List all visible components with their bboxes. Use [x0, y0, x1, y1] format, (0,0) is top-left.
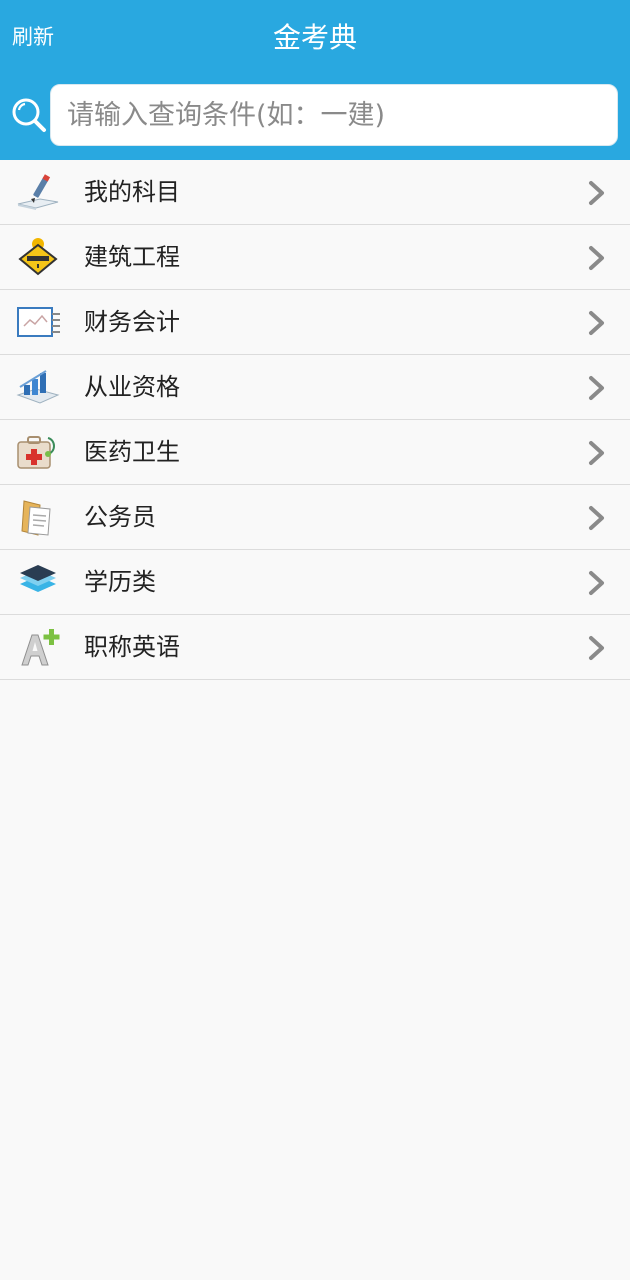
list-item-label: 公务员: [84, 503, 156, 531]
pencil-book-icon: [17, 174, 59, 210]
list-item-label: 从业资格: [84, 373, 180, 401]
bar-chart-book-icon: [16, 370, 60, 404]
app-header: 刷新 金考典: [0, 0, 630, 160]
refresh-button[interactable]: 刷新: [12, 22, 54, 52]
list-item-professional-english[interactable]: 职称英语: [0, 615, 630, 680]
list-item-construction[interactable]: 建筑工程: [0, 225, 630, 290]
chevron-right-icon: [589, 506, 604, 530]
chevron-right-icon: [589, 181, 604, 205]
chevron-right-icon: [589, 636, 604, 660]
page-title: 金考典: [272, 21, 357, 54]
ledger-chart-icon: [17, 307, 60, 337]
chevron-right-icon: [589, 441, 604, 465]
chevron-right-icon: [589, 376, 604, 400]
category-list: 我的科目 建筑工程 财务会计 从业资格 医药卫生 公务员 学历类 职称英语: [0, 160, 630, 680]
medical-kit-icon: [17, 436, 55, 469]
list-item-label: 学历类: [84, 568, 156, 596]
list-item-qualification[interactable]: 从业资格: [0, 355, 630, 420]
letter-a-plus-icon: [21, 629, 60, 666]
document-folder-icon: [21, 500, 51, 536]
list-item-label: 建筑工程: [84, 243, 180, 271]
layers-icon: [20, 565, 56, 592]
list-item-finance[interactable]: 财务会计: [0, 290, 630, 355]
list-item-my-subjects[interactable]: 我的科目: [0, 160, 630, 225]
search-input[interactable]: [51, 85, 617, 145]
list-item-civil-servant[interactable]: 公务员: [0, 485, 630, 550]
construction-sign-icon: [18, 238, 58, 276]
search-field[interactable]: [50, 84, 618, 146]
list-item-label: 财务会计: [84, 308, 180, 336]
list-item-medical[interactable]: 医药卫生: [0, 420, 630, 485]
chevron-right-icon: [589, 571, 604, 595]
list-item-label: 职称英语: [84, 633, 180, 661]
chevron-right-icon: [589, 311, 604, 335]
list-item-label: 医药卫生: [84, 438, 180, 466]
list-item-education[interactable]: 学历类: [0, 550, 630, 615]
chevron-right-icon: [589, 246, 604, 270]
list-item-label: 我的科目: [84, 178, 180, 206]
search-icon[interactable]: [10, 96, 48, 134]
